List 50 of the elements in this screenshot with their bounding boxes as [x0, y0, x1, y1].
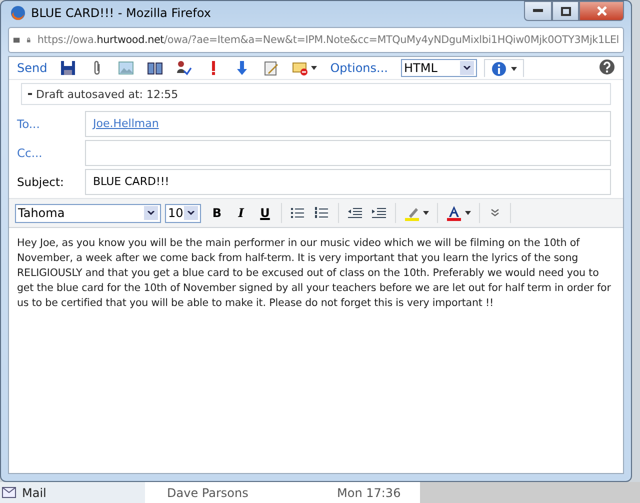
font-color-icon[interactable] — [446, 205, 462, 221]
browser-logo-icon — [10, 5, 26, 21]
italic-button[interactable]: I — [233, 206, 249, 220]
info-icon[interactable] — [490, 60, 507, 76]
bulleted-list-icon[interactable] — [290, 205, 306, 221]
font-dropdown[interactable]: Tahoma — [15, 204, 161, 222]
pen-paper-icon[interactable] — [263, 60, 280, 76]
close-button[interactable] — [579, 1, 624, 21]
subject-field[interactable]: BLUE CARD!!! — [85, 168, 611, 194]
subject-text: BLUE CARD!!! — [93, 175, 170, 188]
maximize-icon[interactable] — [560, 6, 570, 16]
chevron-down-icon[interactable] — [462, 66, 471, 70]
field-label: Subject: — [17, 174, 65, 188]
minimize-icon[interactable] — [533, 9, 543, 13]
bold-button[interactable]: B — [209, 206, 225, 220]
envelope-icon[interactable] — [292, 60, 308, 76]
url-text: https://owa.hurtwood.net/owa/?ae=Item&a=New&t=IPM.Note&cc=MTQuMy4yNDguMixlbi1HQiw0Mjk0OTY3Mjk1LEl — [37, 34, 619, 46]
window-title: BLUE CARD!!! - Mozilla Firefox — [31, 6, 211, 20]
folder-label[interactable]: Mail — [22, 486, 46, 500]
caret-icon[interactable] — [423, 211, 429, 215]
minimize-button[interactable] — [524, 1, 552, 21]
underline-button[interactable]: U — [257, 206, 273, 220]
caret-icon[interactable] — [465, 211, 471, 215]
recipient-field[interactable]: Joe.Hellman — [85, 110, 611, 136]
draft-notice: Draft autosaved at: 12:55 — [36, 88, 178, 100]
book-icon[interactable] — [147, 60, 164, 76]
maximize-button[interactable] — [552, 1, 579, 21]
options-link[interactable]: Options... — [330, 61, 388, 75]
envelope-icon[interactable] — [2, 487, 16, 498]
chevron-down-icon[interactable] — [147, 210, 155, 216]
increase-indent-icon[interactable] — [371, 205, 387, 221]
chevron-down-icon[interactable] — [187, 210, 195, 216]
numbered-list-icon[interactable] — [314, 205, 330, 221]
image-icon[interactable] — [118, 60, 134, 76]
decrease-indent-icon[interactable] — [347, 205, 363, 221]
field-label-link[interactable]: To... — [17, 116, 85, 130]
caret-icon[interactable] — [311, 66, 318, 70]
format-dropdown[interactable]: HTML — [400, 59, 477, 77]
help-icon[interactable] — [599, 58, 615, 74]
font-size-dropdown[interactable]: 10 — [165, 204, 201, 222]
address-bar[interactable]: https://owa.hurtwood.net/owa/?ae=Item&a=New&t=IPM.Note&cc=MTQuMy4yNDguMixlbi1HQiw0Mjk0OTY3Mjk1LEl — [8, 27, 624, 53]
close-icon[interactable] — [596, 6, 606, 16]
send-button[interactable]: Send — [17, 61, 48, 75]
sender-name: Dave Parsons — [167, 486, 250, 500]
check-names-icon[interactable] — [176, 60, 192, 76]
caret-icon[interactable] — [510, 66, 517, 70]
recipient-link[interactable]: Joe.Hellman — [93, 117, 159, 130]
message-time: Mon 17:36 — [337, 486, 401, 500]
message-text: Hey Joe, as you know you will be the main performer in our music video which we will be filming on the 10th of November, a week after we come back from half-term. It is very important that you learn the lyrics of the song RELIGIOUSLY and that you get a blue card to be excused out of class on the 10th. Preferably we would need you to get the blue card for the 10th of November signed by all your teachers before we are let out for half term in order for us to be certified that you will be able to make it. Please do not forget this is very important !! — [17, 237, 611, 309]
field-label-link[interactable]: Cc... — [17, 146, 85, 160]
